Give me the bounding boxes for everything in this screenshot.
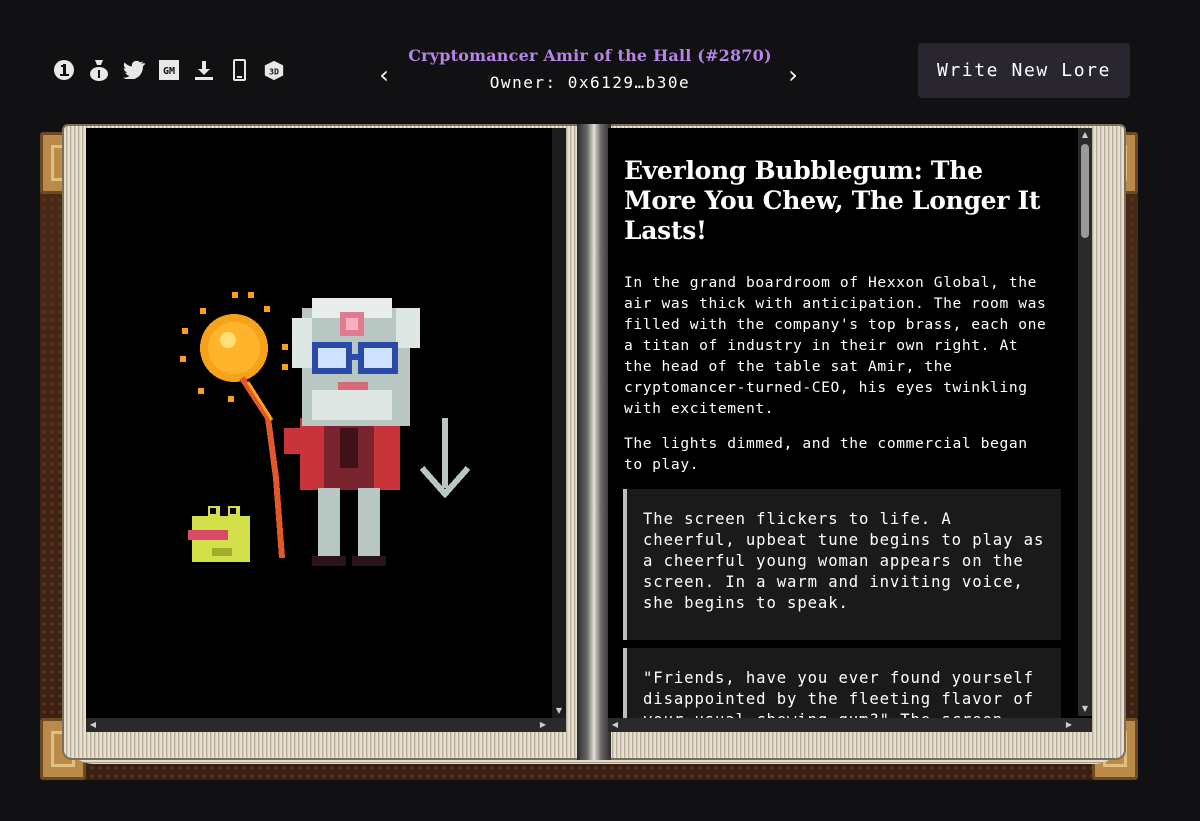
lore-paragraph: The lights dimmed, and the commercial be… bbox=[624, 435, 1028, 473]
lore-paragraph: In the grand boardroom of Hexxon Global,… bbox=[624, 274, 1047, 417]
scrollbar-thumb[interactable] bbox=[1081, 144, 1089, 238]
scroll-down-icon[interactable]: ▼ bbox=[1078, 702, 1092, 716]
scroll-up-icon[interactable]: ▲ bbox=[1078, 128, 1092, 142]
scroll-down-icon[interactable]: ▼ bbox=[552, 704, 566, 718]
number-one-icon[interactable] bbox=[53, 59, 75, 81]
owner-address: Owner: 0x6129…b30e bbox=[489, 73, 691, 92]
right-page: Everlong Bubblegum: The More You Chew, T… bbox=[608, 128, 1092, 732]
3d-icon[interactable]: 3D bbox=[263, 59, 285, 81]
right-page-horizontal-scrollbar[interactable]: ◀ ▶ bbox=[608, 718, 1092, 732]
lore-book: ▼ ◀ ▶ Everlong Bubblegum: The More You C… bbox=[40, 124, 1138, 782]
scroll-right-icon[interactable]: ▶ bbox=[536, 718, 550, 732]
scroll-left-icon[interactable]: ◀ bbox=[608, 718, 622, 732]
svg-text:GM: GM bbox=[163, 66, 175, 77]
lore-content: Everlong Bubblegum: The More You Chew, T… bbox=[623, 156, 1061, 732]
quote-text: The screen flickers to life. A cheerful,… bbox=[643, 510, 1045, 612]
character-pixel-art bbox=[172, 278, 472, 582]
twitter-icon[interactable] bbox=[123, 59, 145, 81]
next-arrow-icon[interactable]: › bbox=[783, 62, 803, 88]
lore-header: Cryptomancer Amir of the Hall (#2870) Ow… bbox=[380, 46, 800, 92]
gm-icon[interactable]: GM bbox=[158, 59, 180, 81]
write-new-lore-button[interactable]: Write New Lore bbox=[918, 43, 1130, 98]
phone-icon[interactable] bbox=[228, 59, 250, 81]
left-page-horizontal-scrollbar[interactable]: ◀ ▶ bbox=[86, 718, 566, 732]
right-page-scrollbar[interactable]: ▲ ▼ bbox=[1078, 128, 1092, 716]
svg-text:3D: 3D bbox=[269, 67, 279, 77]
scroll-right-icon[interactable]: ▶ bbox=[1062, 718, 1076, 732]
left-page: ▼ ◀ ▶ bbox=[86, 128, 566, 732]
download-icon[interactable] bbox=[193, 59, 215, 81]
lore-heading: Everlong Bubblegum: The More You Chew, T… bbox=[624, 156, 1041, 245]
scroll-left-icon[interactable]: ◀ bbox=[86, 718, 100, 732]
character-title[interactable]: Cryptomancer Amir of the Hall (#2870) bbox=[380, 46, 800, 65]
book-spine bbox=[577, 124, 611, 760]
left-page-scrollbar[interactable]: ▼ bbox=[552, 128, 566, 718]
money-bag-icon[interactable] bbox=[88, 59, 110, 81]
lore-blockquote: The screen flickers to life. A cheerful,… bbox=[623, 489, 1061, 640]
toolbar-icons: GM 3D bbox=[53, 59, 285, 81]
